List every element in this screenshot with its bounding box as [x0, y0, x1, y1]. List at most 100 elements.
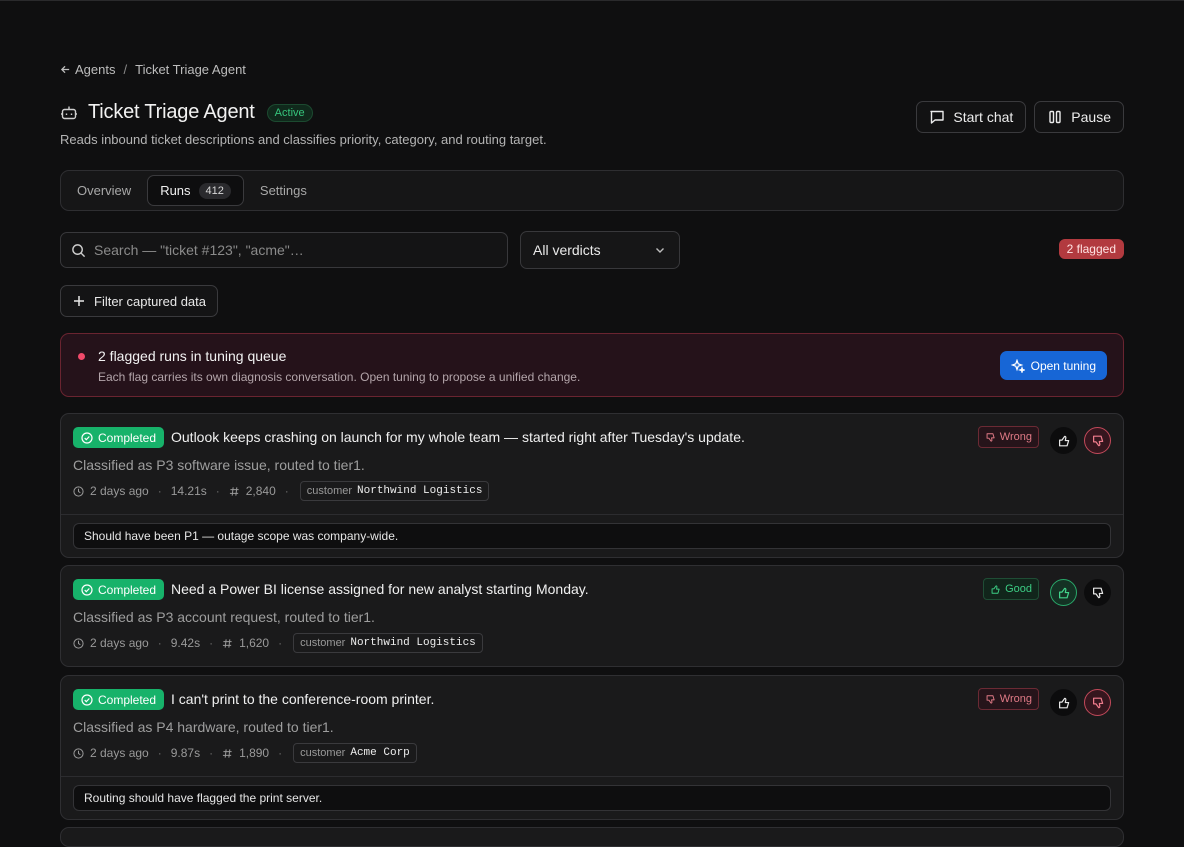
tab-runs[interactable]: Runs 412 [147, 175, 244, 206]
check-circle-icon [81, 583, 93, 596]
status-label: Completed [98, 692, 157, 707]
pause-button[interactable]: Pause [1034, 101, 1124, 133]
status-badge-completed: Completed [73, 579, 165, 600]
page-title: Ticket Triage Agent [88, 101, 255, 123]
chip-key: customer [300, 637, 346, 649]
breadcrumb-separator: / [123, 62, 128, 77]
chip-value: Northwind Logistics [357, 485, 483, 497]
status-label: Completed [98, 430, 157, 445]
run-tokens: 1,620 [239, 636, 270, 650]
alert-dot [78, 353, 85, 360]
tuning-queue-alert: 2 flagged runs in tuning queue Each flag… [60, 333, 1124, 397]
hash-icon [229, 486, 239, 496]
run-duration: 14.21s [170, 484, 207, 498]
breadcrumb: Agents / Ticket Triage Agent [60, 62, 246, 77]
open-tuning-button[interactable]: Open tuning [999, 351, 1107, 380]
thumbs-down-icon [1092, 697, 1103, 708]
thumbs-up-button[interactable] [1050, 689, 1077, 716]
chip-key: customer [300, 747, 346, 759]
top-border [0, 0, 1184, 1]
verdict-label: Good [1005, 583, 1032, 595]
thumbs-down-icon [1092, 435, 1103, 446]
clock-icon [73, 485, 84, 497]
verdict-badge-wrong: Wrong [977, 426, 1039, 448]
run-time: 2 days ago [90, 484, 149, 498]
alert-subtitle: Each flag carries its own diagnosis conv… [98, 370, 581, 384]
run-classification: Classified as P3 account request, routed… [73, 609, 375, 625]
run-title: Outlook keeps crashing on launch for my … [171, 429, 745, 445]
bot-icon [61, 106, 77, 119]
runs-count-badge: 412 [198, 182, 231, 199]
tab-overview[interactable]: Overview [65, 175, 143, 206]
run-card[interactable]: Completed Need a Power BI license assign… [60, 565, 1124, 667]
status-badge-completed: Completed [73, 689, 165, 710]
flagged-count-badge[interactable]: 2 flagged [1058, 239, 1124, 259]
captured-data-chip[interactable]: customer Acme Corp [293, 743, 417, 763]
run-card[interactable] [60, 827, 1124, 847]
chip-value: Acme Corp [350, 747, 410, 759]
run-time: 2 days ago [90, 746, 149, 760]
run-title: Need a Power BI license assigned for new… [171, 581, 589, 597]
page-header: Ticket Triage Agent Active Reads inbound… [60, 101, 1124, 151]
thumbs-down-button[interactable] [1084, 579, 1111, 606]
tab-settings[interactable]: Settings [248, 175, 319, 206]
feedback-note[interactable]: Routing should have flagged the print se… [73, 785, 1111, 811]
verdict-badge-wrong: Wrong [977, 688, 1039, 710]
thumbs-up-icon [1058, 435, 1069, 446]
status-badge-completed: Completed [73, 427, 165, 448]
search-icon [72, 243, 86, 257]
hash-icon [222, 748, 232, 758]
run-meta: 2 days ago · 9.87s · 1,890 · customer Ac… [73, 743, 417, 763]
run-title: I can't print to the conference-room pri… [171, 691, 435, 707]
search-input[interactable] [94, 242, 494, 258]
run-duration: 9.42s [170, 636, 201, 650]
run-meta: 2 days ago · 9.42s · 1,620 · customer No… [73, 633, 483, 653]
sparkles-icon [1010, 358, 1025, 373]
run-classification: Classified as P4 hardware, routed to tie… [73, 719, 334, 735]
status-badge: Active [266, 103, 313, 122]
run-card[interactable]: Completed Outlook keeps crashing on laun… [60, 413, 1124, 558]
status-label: Completed [98, 582, 157, 597]
chevron-down-icon [656, 248, 664, 253]
verdict-select-value: All verdicts [533, 242, 601, 258]
thumbs-down-button[interactable] [1084, 427, 1111, 454]
run-tokens: 2,840 [245, 484, 276, 498]
start-chat-label: Start chat [953, 109, 1014, 125]
verdict-select[interactable]: All verdicts [520, 231, 680, 269]
check-circle-icon [81, 693, 93, 706]
alert-title: 2 flagged runs in tuning queue [98, 348, 287, 364]
breadcrumb-current: Ticket Triage Agent [135, 62, 246, 77]
plus-icon [74, 296, 84, 306]
feedback-note[interactable]: Should have been P1 — outage scope was c… [73, 523, 1111, 549]
breadcrumb-back-link[interactable]: Agents [60, 62, 115, 77]
tab-overview-label: Overview [77, 183, 132, 198]
verdict-label: Wrong [999, 693, 1032, 705]
search-box [60, 232, 508, 268]
thumbs-up-button[interactable] [1050, 427, 1077, 454]
run-card[interactable]: Completed I can't print to the conferenc… [60, 675, 1124, 820]
run-classification: Classified as P3 software issue, routed … [73, 457, 365, 473]
filter-captured-data-label: Filter captured data [94, 293, 207, 309]
breadcrumb-agents: Agents [75, 62, 116, 77]
agent-description: Reads inbound ticket descriptions and cl… [60, 132, 547, 147]
filter-captured-data-button[interactable]: Filter captured data [60, 285, 219, 317]
captured-data-chip[interactable]: customer Northwind Logistics [293, 633, 483, 653]
run-tokens: 1,890 [239, 746, 270, 760]
thumbs-up-icon [1058, 587, 1069, 598]
verdict-badge-good: Good [983, 578, 1039, 600]
start-chat-button[interactable]: Start chat [916, 101, 1027, 133]
pause-label: Pause [1071, 109, 1111, 125]
run-meta: 2 days ago · 14.21s · 2,840 · customer N… [73, 481, 490, 501]
thumbs-down-button[interactable] [1084, 689, 1111, 716]
open-tuning-label: Open tuning [1030, 358, 1096, 373]
clock-icon [73, 637, 84, 649]
chip-value: Northwind Logistics [350, 637, 476, 649]
thumbs-up-button[interactable] [1050, 579, 1077, 606]
thumbs-down-icon [986, 694, 995, 704]
clock-icon [73, 747, 84, 759]
run-time: 2 days ago [90, 636, 149, 650]
thumbs-up-icon [991, 584, 1000, 594]
pause-icon [1049, 110, 1061, 124]
tab-settings-label: Settings [259, 183, 307, 198]
captured-data-chip[interactable]: customer Northwind Logistics [299, 481, 490, 501]
